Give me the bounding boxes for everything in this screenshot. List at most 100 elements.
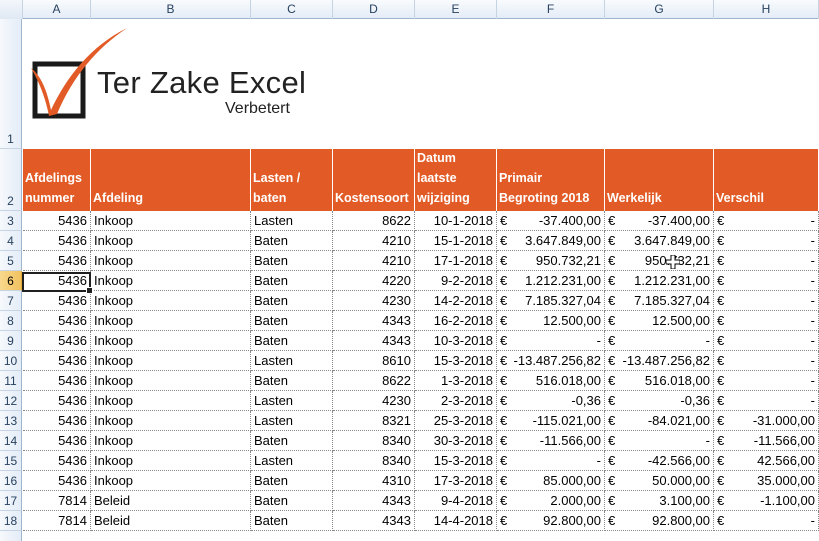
cell-lasten-baten[interactable]: Lasten xyxy=(251,351,333,371)
cell-datum[interactable]: 25-3-2018 xyxy=(415,411,497,431)
cell-lasten-baten[interactable]: Baten xyxy=(251,231,333,251)
cell-datum[interactable]: 9-4-2018 xyxy=(415,491,497,511)
cell-kostensoort[interactable]: 8622 xyxy=(333,211,415,231)
cell-afdelingsnummer[interactable]: 5436 xyxy=(23,411,91,431)
cell-werkelijk[interactable]: € -42.566,00 xyxy=(605,451,714,471)
cell-verschil[interactable]: € - xyxy=(714,351,819,371)
row-header-12[interactable]: 12 xyxy=(0,391,22,411)
cell-afdeling[interactable]: Beleid xyxy=(91,511,251,531)
cell-verschil[interactable]: € - xyxy=(714,331,819,351)
cell-datum[interactable]: 16-2-2018 xyxy=(415,311,497,331)
cell-verschil[interactable]: € - xyxy=(714,251,819,271)
cell-begroting[interactable]: €2.000,00 xyxy=(497,491,605,511)
row-header-4[interactable]: 4 xyxy=(0,231,22,251)
cell-afdeling[interactable]: Inkoop xyxy=(91,351,251,371)
cell-werkelijk[interactable]: € -37.400,00 xyxy=(605,211,714,231)
column-header-f[interactable]: F xyxy=(497,0,605,19)
row-header-5[interactable]: 5 xyxy=(0,251,22,271)
cell-afdeling[interactable]: Inkoop xyxy=(91,211,251,231)
cell-kostensoort[interactable]: 4310 xyxy=(333,471,415,491)
cell-begroting[interactable]: € -115.021,00 xyxy=(497,411,605,431)
row-header-7[interactable]: 7 xyxy=(0,291,22,311)
header-afdelingsnummer[interactable]: Afdelings nummer xyxy=(23,149,91,211)
column-header-b[interactable]: B xyxy=(91,0,251,19)
cell-verschil[interactable]: € - xyxy=(714,311,819,331)
cell-werkelijk[interactable]: €7.185.327,04 xyxy=(605,291,714,311)
cell-afdelingsnummer[interactable]: 5436 xyxy=(23,371,91,391)
cell-verschil[interactable]: €42.566,00 xyxy=(714,451,819,471)
column-header-d[interactable]: D xyxy=(333,0,415,19)
cell-lasten-baten[interactable]: Lasten xyxy=(251,391,333,411)
cell-afdeling[interactable]: Inkoop xyxy=(91,311,251,331)
column-header-e[interactable]: E xyxy=(415,0,497,19)
cell-datum[interactable]: 17-1-2018 xyxy=(415,251,497,271)
cell-werkelijk[interactable]: € -0,36 xyxy=(605,391,714,411)
cell-begroting[interactable]: € -37.400,00 xyxy=(497,211,605,231)
header-kostensoort[interactable]: Kostensoort xyxy=(333,149,415,211)
row-header-17[interactable]: 17 xyxy=(0,491,22,511)
cell-afdeling[interactable]: Inkoop xyxy=(91,271,251,291)
cell-lasten-baten[interactable]: Baten xyxy=(251,491,333,511)
cell-datum[interactable]: 1-3-2018 xyxy=(415,371,497,391)
cell-werkelijk[interactable]: €1.212.231,00 xyxy=(605,271,714,291)
cell-afdelingsnummer[interactable]: 5436 xyxy=(23,211,91,231)
cell-kostensoort[interactable]: 4343 xyxy=(333,511,415,531)
row-header-partial[interactable] xyxy=(0,531,22,541)
header-begroting[interactable]: Primair Begroting 2018 xyxy=(497,149,605,211)
cell-lasten-baten[interactable]: Baten xyxy=(251,471,333,491)
cell-afdelingsnummer[interactable]: 5436 xyxy=(23,291,91,311)
header-afdeling[interactable]: Afdeling xyxy=(91,149,251,211)
cell-begroting[interactable]: €950.732,21 xyxy=(497,251,605,271)
cell-begroting[interactable]: €85.000,00 xyxy=(497,471,605,491)
cell-lasten-baten[interactable]: Baten xyxy=(251,291,333,311)
cell-begroting[interactable]: € - xyxy=(497,451,605,471)
cell-werkelijk[interactable]: €12.500,00 xyxy=(605,311,714,331)
row-header-16[interactable]: 16 xyxy=(0,471,22,491)
header-lasten-baten[interactable]: Lasten / baten xyxy=(251,149,333,211)
cell-datum[interactable]: 14-4-2018 xyxy=(415,511,497,531)
row-header-14[interactable]: 14 xyxy=(0,431,22,451)
cell-afdelingsnummer[interactable]: 5436 xyxy=(23,391,91,411)
cell-lasten-baten[interactable]: Baten xyxy=(251,511,333,531)
cell-verschil[interactable]: € - xyxy=(714,211,819,231)
column-header-g[interactable]: G xyxy=(605,0,714,19)
cell-werkelijk[interactable]: €50.000,00 xyxy=(605,471,714,491)
row-header-3[interactable]: 3 xyxy=(0,211,22,231)
cell-afdelingsnummer[interactable]: 5436 xyxy=(23,431,91,451)
cell-verschil[interactable]: € - xyxy=(714,291,819,311)
cell-verschil[interactable]: € -31.000,00 xyxy=(714,411,819,431)
cell-werkelijk[interactable]: €3.647.849,00 xyxy=(605,231,714,251)
cell-kostensoort[interactable]: 4343 xyxy=(333,331,415,351)
cell-afdelingsnummer[interactable]: 7814 xyxy=(23,511,91,531)
cell-kostensoort[interactable]: 4343 xyxy=(333,311,415,331)
cell-werkelijk[interactable]: €92.800,00 xyxy=(605,511,714,531)
row-header-6[interactable]: 6 xyxy=(0,271,22,291)
cell-verschil[interactable]: €35.000,00 xyxy=(714,471,819,491)
cell-afdelingsnummer[interactable]: 5436 xyxy=(23,311,91,331)
cell-kostensoort[interactable]: 4230 xyxy=(333,391,415,411)
cell-afdeling[interactable]: Beleid xyxy=(91,491,251,511)
cell-afdelingsnummer[interactable]: 5436 xyxy=(23,451,91,471)
cell-begroting[interactable]: € -13.487.256,82 xyxy=(497,351,605,371)
cell-datum[interactable]: 2-3-2018 xyxy=(415,391,497,411)
cell-afdelingsnummer[interactable]: 5436 xyxy=(23,251,91,271)
cell-afdeling[interactable]: Inkoop xyxy=(91,471,251,491)
cell-afdeling[interactable]: Inkoop xyxy=(91,391,251,411)
cell-verschil[interactable]: € - xyxy=(714,231,819,251)
cell-kostensoort[interactable]: 4210 xyxy=(333,231,415,251)
cell-afdeling[interactable]: Inkoop xyxy=(91,251,251,271)
cell-kostensoort[interactable]: 8622 xyxy=(333,371,415,391)
cell-begroting[interactable]: € -0,36 xyxy=(497,391,605,411)
row-header-13[interactable]: 13 xyxy=(0,411,22,431)
row-header-9[interactable]: 9 xyxy=(0,331,22,351)
cell-lasten-baten[interactable]: Lasten xyxy=(251,451,333,471)
cell-begroting[interactable]: €1.212.231,00 xyxy=(497,271,605,291)
cell-datum[interactable]: 15-3-2018 xyxy=(415,451,497,471)
select-all-corner[interactable] xyxy=(0,0,23,19)
cell-begroting[interactable]: €12.500,00 xyxy=(497,311,605,331)
cell-datum[interactable]: 10-3-2018 xyxy=(415,331,497,351)
row-header-18[interactable]: 18 xyxy=(0,511,22,531)
cell-lasten-baten[interactable]: Baten xyxy=(251,431,333,451)
cell-kostensoort[interactable]: 4220 xyxy=(333,271,415,291)
cell-afdeling[interactable]: Inkoop xyxy=(91,451,251,471)
